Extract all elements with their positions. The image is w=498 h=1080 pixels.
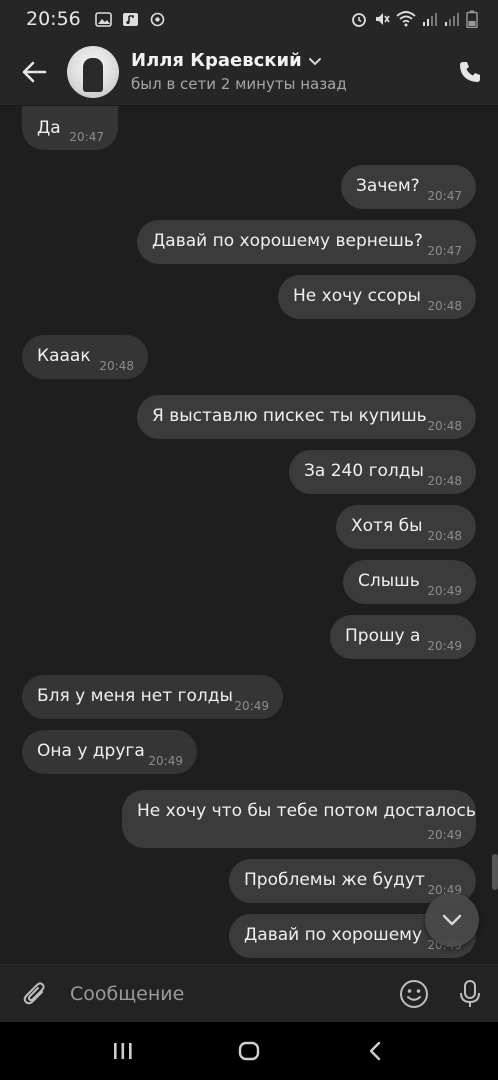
- message-text: Не хочу ссоры: [293, 286, 421, 306]
- message-text: Слышь: [358, 571, 420, 591]
- emoji-button[interactable]: [386, 965, 442, 1023]
- message-text: Кааак: [37, 346, 91, 366]
- message-input[interactable]: [70, 982, 386, 1005]
- home-icon: [238, 1041, 260, 1061]
- message-time: 20:49: [148, 754, 183, 768]
- wifi-icon: [396, 11, 416, 27]
- message-time: 20:49: [427, 639, 462, 653]
- recent-apps-button[interactable]: [93, 1022, 153, 1080]
- back-nav-button[interactable]: [345, 1022, 405, 1080]
- attach-button[interactable]: [0, 965, 70, 1023]
- message-bubble-outgoing[interactable]: Не хочу что бы тебе потом досталось 20:4…: [122, 790, 476, 848]
- message-bubble-incoming[interactable]: Бля у меня нет голды 20:49: [22, 675, 283, 719]
- chevron-down-icon: [308, 57, 321, 65]
- message-composer: [0, 964, 498, 1022]
- message-text: Проблемы же будут: [244, 870, 425, 890]
- message-bubble-incoming[interactable]: Да 20:47: [22, 106, 118, 150]
- message-list[interactable]: Да 20:47 Зачем? 20:47 Давай по хорошему …: [0, 106, 498, 964]
- arrow-left-icon: [22, 61, 47, 82]
- contact-status: был в сети 2 минуты назад: [131, 75, 347, 93]
- mute-icon: [376, 13, 390, 25]
- message-text: За 240 голды: [304, 461, 424, 481]
- message-text: Давай по хорошему вернешь?: [152, 231, 423, 251]
- paperclip-icon: [23, 981, 45, 1004]
- message-text: Да: [37, 118, 61, 138]
- avatar[interactable]: [67, 45, 119, 98]
- message-text: Бля у меня нет голды: [37, 686, 233, 706]
- battery-icon: [466, 10, 478, 28]
- message-text: Я выставлю пискес ты купишь: [152, 406, 427, 426]
- message-text: Не хочу что бы тебе потом досталось: [137, 801, 476, 821]
- home-button[interactable]: [219, 1022, 279, 1080]
- message-time: 20:47: [69, 130, 104, 144]
- contact-name: Илля Краевский: [131, 50, 302, 71]
- gallery-icon: [94, 11, 112, 27]
- message-text: Зачем?: [356, 176, 420, 196]
- recent-apps-icon: [114, 1043, 132, 1059]
- signal-icon-2: [445, 13, 459, 26]
- message-time: 20:48: [427, 529, 462, 543]
- message-text: Хотя бы: [351, 516, 423, 536]
- message-time: 20:47: [427, 189, 462, 203]
- signal-icon-1: [423, 13, 437, 26]
- message-text: Давай по хорошему: [244, 925, 423, 945]
- message-bubble-outgoing[interactable]: За 240 голды 20:48: [289, 450, 476, 494]
- back-chevron-icon: [369, 1041, 381, 1061]
- phone-icon: [460, 61, 480, 82]
- message-bubble-incoming[interactable]: Кааак 20:48: [22, 335, 148, 379]
- message-time: 20:49: [427, 828, 462, 842]
- message-time: 20:47: [427, 244, 462, 258]
- call-button[interactable]: [442, 38, 498, 106]
- scroll-down-button[interactable]: [425, 893, 479, 947]
- message-time: 20:48: [427, 474, 462, 488]
- alarm-icon: [352, 13, 366, 27]
- back-button[interactable]: [4, 38, 64, 106]
- message-time: 20:48: [427, 419, 462, 433]
- message-text: Она у друга: [37, 741, 145, 761]
- message-bubble-outgoing[interactable]: Давай по хорошему вернешь? 20:47: [137, 220, 476, 264]
- message-bubble-outgoing[interactable]: Зачем? 20:47: [341, 165, 476, 209]
- music-icon: [122, 12, 138, 26]
- message-time: 20:48: [99, 359, 134, 373]
- message-bubble-outgoing[interactable]: Слышь 20:49: [343, 560, 476, 604]
- contact-name-row: Илля Краевский: [131, 50, 442, 71]
- message-bubble-outgoing[interactable]: Я выставлю пискес ты купишь 20:48: [137, 395, 476, 439]
- avatar-figure: [83, 57, 103, 92]
- message-bubble-outgoing[interactable]: Прошу а 20:49: [330, 615, 476, 659]
- scrollbar-thumb[interactable]: [492, 854, 498, 890]
- system-nav-bar: [0, 1022, 498, 1080]
- message-bubble-incoming[interactable]: Она у друга 20:49: [22, 730, 197, 774]
- message-text: Прошу а: [345, 626, 421, 646]
- status-time: 20:56: [26, 8, 81, 30]
- status-bar: 20:56: [0, 0, 498, 38]
- contact-info[interactable]: Илля Краевский был в сети 2 минуты назад: [131, 50, 442, 93]
- microphone-button[interactable]: [442, 965, 498, 1023]
- chat-header: Илля Краевский был в сети 2 минуты назад: [0, 38, 498, 106]
- message-time: 20:49: [234, 699, 269, 713]
- message-time: 20:48: [427, 299, 462, 313]
- message-bubble-outgoing[interactable]: Хотя бы 20:48: [336, 505, 476, 549]
- chevron-down-icon: [442, 914, 462, 926]
- smiley-icon: [400, 979, 428, 1008]
- message-time: 20:49: [427, 584, 462, 598]
- sync-icon: [150, 12, 165, 26]
- microphone-icon: [460, 979, 480, 1007]
- message-bubble-outgoing[interactable]: Не хочу ссоры 20:48: [278, 275, 476, 319]
